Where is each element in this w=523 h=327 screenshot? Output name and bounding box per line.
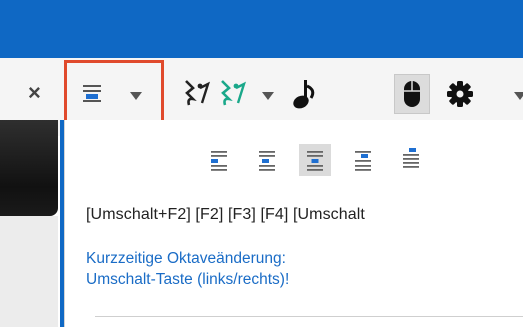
- settings-tool-button[interactable]: [446, 80, 474, 113]
- document-preview-margin: [0, 216, 58, 327]
- octave-hint-line-1: Kurzzeitige Oktaveänderung:: [86, 250, 286, 267]
- alignment-dropdown-chevron-icon[interactable]: [130, 92, 142, 100]
- align-option-center[interactable]: [299, 144, 331, 176]
- highlight-frame: [64, 60, 164, 124]
- octave-hint-line-2: Umschalt-Taste (links/rechts)!: [86, 271, 290, 288]
- rest-dropdown-chevron-icon[interactable]: [262, 92, 274, 100]
- align-right-icon: [403, 148, 419, 168]
- rest-icon: [185, 80, 210, 106]
- align-center-icon: [83, 85, 101, 102]
- note-tool-button[interactable]: [290, 78, 320, 115]
- octave-hint: Kurzzeitige Oktaveänderung: Umschalt-Tas…: [86, 248, 289, 290]
- align-left-indented-icon: [259, 151, 275, 171]
- mouse-icon: [404, 81, 420, 107]
- rest-colored-tool-button[interactable]: [218, 78, 248, 113]
- align-option-left[interactable]: [203, 144, 235, 176]
- panel-divider: [95, 316, 523, 317]
- document-preview: [0, 120, 58, 216]
- alignment-dropdown-panel: [Umschalt+F2] [F2] [F3] [F4] [Umschalt K…: [64, 120, 523, 327]
- align-right-indented-icon: [355, 151, 371, 171]
- align-option-left-indented[interactable]: [251, 144, 283, 176]
- align-left-icon: [211, 151, 227, 171]
- align-center-icon: [307, 151, 323, 171]
- settings-dropdown-chevron-icon[interactable]: [514, 92, 523, 100]
- keyboard-shortcuts: [Umschalt+F2] [F2] [F3] [F4] [Umschalt: [86, 206, 365, 223]
- title-bar: [0, 0, 523, 58]
- align-option-right[interactable]: [395, 144, 427, 176]
- note-icon: [293, 80, 315, 109]
- align-option-right-indented[interactable]: [347, 144, 379, 176]
- mouse-tool-button[interactable]: [394, 74, 430, 114]
- rest-tool-button[interactable]: [182, 78, 212, 113]
- app-window: × [Umschalt+F2] [F2] [F3] [F4] [Umschalt…: [0, 0, 523, 327]
- gear-icon: [447, 81, 473, 107]
- close-icon[interactable]: ×: [28, 80, 41, 106]
- rest-colored-icon: [221, 80, 246, 106]
- alignment-tool-button[interactable]: [82, 84, 102, 107]
